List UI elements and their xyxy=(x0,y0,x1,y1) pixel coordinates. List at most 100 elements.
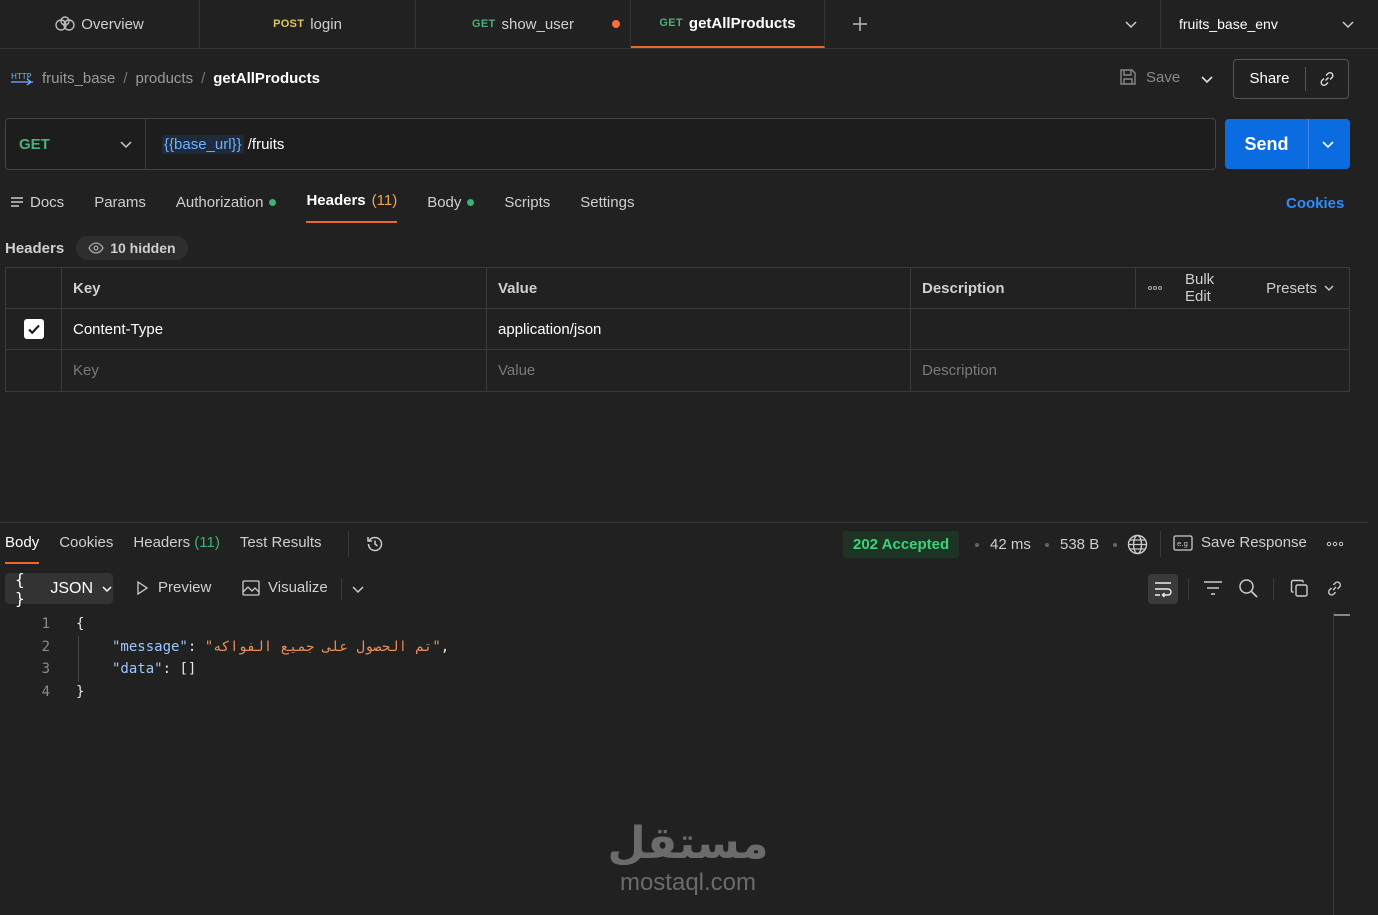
request-tabs: Docs Params Authorization Headers (11) B… xyxy=(10,190,634,224)
wrap-icon xyxy=(1153,580,1173,598)
header-description-cell[interactable] xyxy=(911,309,1349,349)
play-icon xyxy=(134,580,150,596)
tab-params[interactable]: Params xyxy=(94,190,146,214)
search-icon[interactable] xyxy=(1238,578,1258,598)
tab-label: Overview xyxy=(81,15,144,33)
tab-login[interactable]: POST login xyxy=(200,0,416,48)
tab-authorization[interactable]: Authorization xyxy=(176,190,277,214)
line-number: 4 xyxy=(41,684,50,700)
overview-icon xyxy=(55,16,75,32)
tab-headers[interactable]: Headers (11) xyxy=(306,190,398,223)
word-wrap-button[interactable] xyxy=(1148,574,1178,604)
response-size[interactable]: 538 B xyxy=(1060,536,1099,553)
history-icon[interactable] xyxy=(365,534,385,554)
table-actions: Bulk Edit Presets xyxy=(1136,268,1349,308)
more-options-icon[interactable] xyxy=(1147,285,1163,291)
hidden-headers-toggle[interactable]: 10 hidden xyxy=(76,236,188,260)
scrollbar-track[interactable] xyxy=(1333,612,1334,915)
url-variable[interactable]: {{base_url}} xyxy=(162,134,244,154)
share-button[interactable]: Share xyxy=(1234,67,1306,91)
divider xyxy=(1188,578,1189,600)
tab-show-user[interactable]: GET show_user xyxy=(416,0,631,48)
new-key-input[interactable]: Key xyxy=(62,350,487,391)
plus-icon xyxy=(852,16,868,32)
visualize-label: Visualize xyxy=(268,579,328,596)
separator-dot xyxy=(975,543,979,547)
active-dot-icon xyxy=(269,198,277,206)
unsaved-dot-icon xyxy=(612,20,620,28)
response-divider[interactable] xyxy=(0,522,1368,523)
response-time[interactable]: 42 ms xyxy=(990,536,1031,553)
method-select[interactable]: GET xyxy=(6,119,146,169)
tab-scripts[interactable]: Scripts xyxy=(504,190,550,214)
tab-body[interactable]: Body xyxy=(427,190,475,214)
header-value-cell[interactable]: application/json xyxy=(487,309,911,349)
indent-guide xyxy=(78,636,79,682)
tab-label: Authorization xyxy=(175,193,264,211)
row-checkbox[interactable] xyxy=(23,319,44,339)
line-number: 3 xyxy=(41,661,50,677)
response-tab-body[interactable]: Body xyxy=(5,534,40,564)
copy-link-icon[interactable] xyxy=(1318,70,1336,88)
tabs-overflow-chevron-icon[interactable] xyxy=(1124,17,1138,31)
url-input[interactable]: {{base_url}} /fruits xyxy=(146,134,284,154)
status-badge[interactable]: 202 Accepted xyxy=(843,531,960,558)
new-tab-button[interactable] xyxy=(825,0,895,48)
column-header-key: Key xyxy=(62,268,487,308)
separator-dot xyxy=(1045,543,1049,547)
active-dot-icon xyxy=(467,198,475,206)
environment-selector[interactable]: fruits_base_env xyxy=(1160,0,1378,48)
visualize-button[interactable]: Visualize xyxy=(242,579,328,596)
tab-get-all-products[interactable]: GET getAllProducts xyxy=(631,0,825,48)
json-string-value: "تم الحصول على جميع الفواكه" xyxy=(204,639,441,655)
line-number: 1 xyxy=(41,616,50,632)
more-options-icon[interactable] xyxy=(1326,541,1344,547)
breadcrumb-folder[interactable]: products xyxy=(136,70,194,87)
tab-label: Settings xyxy=(580,193,635,211)
eye-icon xyxy=(88,242,104,254)
response-tab-headers[interactable]: Headers (11) xyxy=(133,534,219,551)
line-number: 2 xyxy=(41,639,50,655)
copy-icon[interactable] xyxy=(1290,579,1309,598)
breadcrumb-collection[interactable]: fruits_base xyxy=(42,70,115,87)
cookies-link[interactable]: Cookies xyxy=(1286,195,1344,212)
share-group: Share xyxy=(1233,59,1349,99)
row-checkbox-cell xyxy=(6,309,62,349)
presets-button[interactable]: Presets xyxy=(1266,280,1335,297)
new-description-input[interactable]: Description xyxy=(911,350,1349,391)
save-response-button[interactable]: e.g Save Response xyxy=(1173,534,1307,551)
send-options-chevron-icon[interactable] xyxy=(1321,137,1335,151)
breadcrumb-separator: / xyxy=(123,69,128,87)
format-select[interactable]: { } JSON xyxy=(5,570,113,608)
header-key-cell[interactable]: Content-Type xyxy=(62,309,487,349)
tab-overview[interactable]: Overview xyxy=(0,0,200,48)
response-tab-test-results[interactable]: Test Results xyxy=(240,534,322,551)
method-label: GET xyxy=(19,135,50,153)
tab-docs[interactable]: Docs xyxy=(10,190,64,214)
chevron-down-icon xyxy=(119,137,133,151)
json-array-value: [] xyxy=(179,661,197,677)
bulk-edit-button[interactable]: Bulk Edit xyxy=(1185,271,1244,305)
tab-settings[interactable]: Settings xyxy=(580,190,634,214)
chevron-down-icon xyxy=(101,583,113,595)
globe-icon[interactable] xyxy=(1127,534,1148,555)
send-button[interactable]: Send xyxy=(1225,119,1309,169)
link-icon[interactable] xyxy=(1325,579,1344,598)
new-value-input[interactable]: Value xyxy=(487,350,911,391)
save-button[interactable]: Save xyxy=(1118,67,1180,87)
filter-icon[interactable] xyxy=(1203,579,1223,597)
save-options-chevron-icon[interactable] xyxy=(1200,72,1214,86)
scrollbar-thumb[interactable] xyxy=(1334,614,1350,616)
breadcrumb-request[interactable]: getAllProducts xyxy=(213,70,320,87)
headers-count: (11) xyxy=(371,192,398,209)
tab-label: show_user xyxy=(501,15,575,33)
response-tab-cookies[interactable]: Cookies xyxy=(59,534,113,551)
separator-dot xyxy=(1113,543,1117,547)
preview-button[interactable]: Preview xyxy=(134,579,211,596)
view-options-chevron-icon[interactable] xyxy=(351,582,365,596)
checkmark-icon xyxy=(27,324,40,335)
image-icon xyxy=(242,579,260,596)
watermark-arabic: مستقل xyxy=(607,818,769,869)
row-checkbox-cell xyxy=(6,350,62,391)
table-row: Content-Type application/json xyxy=(6,309,1349,350)
